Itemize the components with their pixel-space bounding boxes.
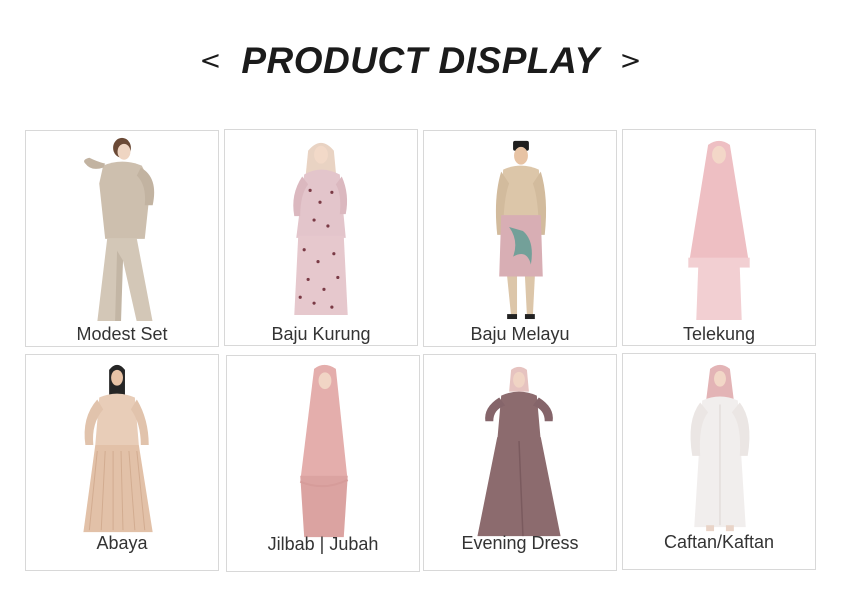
telekung-image [688, 140, 750, 320]
caftan-kaftan-image [690, 364, 750, 532]
chevron-right-icon[interactable]: > [614, 48, 648, 74]
product-label[interactable]: Baju Melayu [424, 324, 616, 345]
product-card-modest-set[interactable]: Modest Set [25, 130, 219, 347]
product-label[interactable]: Jilbab | Jubah [227, 534, 419, 555]
product-label[interactable]: Abaya [26, 533, 218, 554]
baju-kurung-image [293, 142, 348, 316]
baju-melayu-image [495, 140, 547, 320]
jilbab-jubah-image [299, 364, 349, 538]
product-card-caftan-kaftan[interactable]: Caftan/Kaftan [622, 353, 816, 570]
product-label[interactable]: Caftan/Kaftan [623, 532, 815, 553]
product-label[interactable]: Modest Set [26, 324, 218, 345]
product-label[interactable]: Evening Dress [424, 533, 616, 554]
product-display-header: < PRODUCT DISPLAY > [0, 36, 841, 86]
page-title: PRODUCT DISPLAY [241, 40, 600, 81]
product-card-evening-dress[interactable]: Evening Dress [423, 354, 617, 571]
product-card-baju-kurung[interactable]: Baju Kurung [224, 129, 418, 346]
abaya-image [83, 364, 153, 533]
product-card-telekung[interactable]: Telekung [622, 129, 816, 346]
product-label[interactable]: Baju Kurung [225, 324, 417, 345]
product-card-abaya[interactable]: Abaya [25, 354, 219, 571]
product-card-baju-melayu[interactable]: Baju Melayu [423, 130, 617, 347]
chevron-left-icon[interactable]: < [194, 48, 228, 74]
modest-set-image [84, 137, 155, 321]
evening-dress-image [477, 366, 561, 537]
product-label[interactable]: Telekung [623, 324, 815, 345]
product-card-jilbab-jubah[interactable]: Jilbab | Jubah [226, 355, 420, 572]
